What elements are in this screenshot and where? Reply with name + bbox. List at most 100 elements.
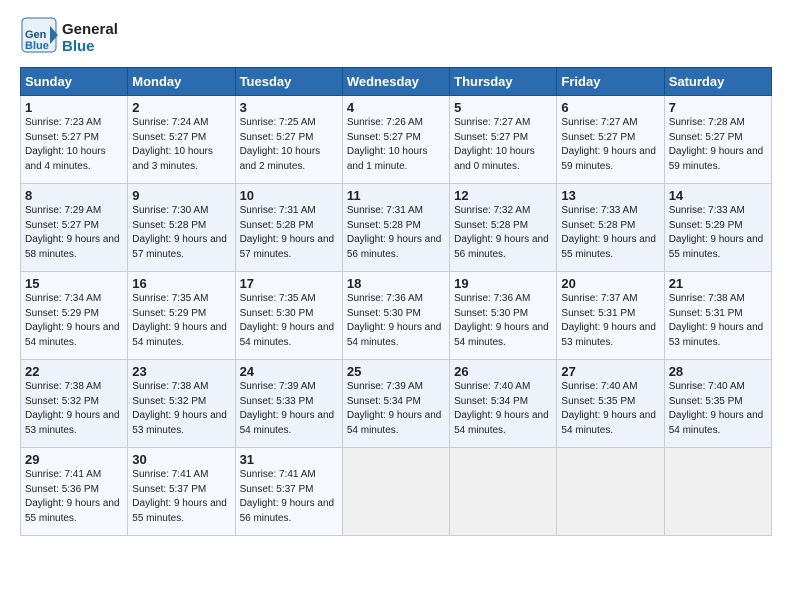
calendar-cell: 16 Sunrise: 7:35 AMSunset: 5:29 PMDaylig…	[128, 272, 235, 360]
day-number: 9	[132, 188, 230, 203]
logo-icon: Gen Blue	[20, 16, 58, 54]
calendar-cell: 3 Sunrise: 7:25 AMSunset: 5:27 PMDayligh…	[235, 96, 342, 184]
day-info: Sunrise: 7:38 AMSunset: 5:31 PMDaylight:…	[669, 292, 767, 350]
calendar-cell	[664, 448, 771, 536]
calendar-cell: 15 Sunrise: 7:34 AMSunset: 5:29 PMDaylig…	[21, 272, 128, 360]
calendar-table: SundayMondayTuesdayWednesdayThursdayFrid…	[20, 67, 772, 536]
day-number: 6	[561, 100, 659, 115]
day-info: Sunrise: 7:27 AMSunset: 5:27 PMDaylight:…	[454, 116, 552, 174]
day-number: 23	[132, 364, 230, 379]
calendar-cell: 9 Sunrise: 7:30 AMSunset: 5:28 PMDayligh…	[128, 184, 235, 272]
day-number: 16	[132, 276, 230, 291]
day-info: Sunrise: 7:39 AMSunset: 5:33 PMDaylight:…	[240, 380, 338, 438]
day-number: 17	[240, 276, 338, 291]
day-number: 7	[669, 100, 767, 115]
day-info: Sunrise: 7:41 AMSunset: 5:36 PMDaylight:…	[25, 468, 123, 526]
day-header-saturday: Saturday	[664, 68, 771, 96]
day-info: Sunrise: 7:35 AMSunset: 5:30 PMDaylight:…	[240, 292, 338, 350]
day-number: 19	[454, 276, 552, 291]
calendar-cell	[450, 448, 557, 536]
calendar-cell: 11 Sunrise: 7:31 AMSunset: 5:28 PMDaylig…	[342, 184, 449, 272]
logo: Gen Blue General Blue	[20, 16, 118, 59]
calendar-cell: 13 Sunrise: 7:33 AMSunset: 5:28 PMDaylig…	[557, 184, 664, 272]
calendar-cell: 4 Sunrise: 7:26 AMSunset: 5:27 PMDayligh…	[342, 96, 449, 184]
svg-text:Blue: Blue	[25, 40, 49, 52]
day-info: Sunrise: 7:32 AMSunset: 5:28 PMDaylight:…	[454, 204, 552, 262]
day-number: 22	[25, 364, 123, 379]
day-info: Sunrise: 7:27 AMSunset: 5:27 PMDaylight:…	[561, 116, 659, 174]
day-number: 18	[347, 276, 445, 291]
calendar-cell	[342, 448, 449, 536]
day-info: Sunrise: 7:40 AMSunset: 5:35 PMDaylight:…	[669, 380, 767, 438]
day-number: 10	[240, 188, 338, 203]
day-number: 28	[669, 364, 767, 379]
day-info: Sunrise: 7:34 AMSunset: 5:29 PMDaylight:…	[25, 292, 123, 350]
day-number: 5	[454, 100, 552, 115]
day-info: Sunrise: 7:38 AMSunset: 5:32 PMDaylight:…	[132, 380, 230, 438]
day-info: Sunrise: 7:41 AMSunset: 5:37 PMDaylight:…	[132, 468, 230, 526]
day-info: Sunrise: 7:25 AMSunset: 5:27 PMDaylight:…	[240, 116, 338, 174]
day-number: 3	[240, 100, 338, 115]
day-number: 12	[454, 188, 552, 203]
day-number: 4	[347, 100, 445, 115]
day-info: Sunrise: 7:40 AMSunset: 5:34 PMDaylight:…	[454, 380, 552, 438]
calendar-cell: 5 Sunrise: 7:27 AMSunset: 5:27 PMDayligh…	[450, 96, 557, 184]
calendar-cell: 14 Sunrise: 7:33 AMSunset: 5:29 PMDaylig…	[664, 184, 771, 272]
day-info: Sunrise: 7:41 AMSunset: 5:37 PMDaylight:…	[240, 468, 338, 526]
day-number: 11	[347, 188, 445, 203]
day-info: Sunrise: 7:28 AMSunset: 5:27 PMDaylight:…	[669, 116, 767, 174]
page-header: Gen Blue General Blue	[20, 16, 772, 59]
day-number: 14	[669, 188, 767, 203]
day-info: Sunrise: 7:23 AMSunset: 5:27 PMDaylight:…	[25, 116, 123, 174]
calendar-cell: 22 Sunrise: 7:38 AMSunset: 5:32 PMDaylig…	[21, 360, 128, 448]
day-info: Sunrise: 7:24 AMSunset: 5:27 PMDaylight:…	[132, 116, 230, 174]
day-info: Sunrise: 7:35 AMSunset: 5:29 PMDaylight:…	[132, 292, 230, 350]
day-number: 2	[132, 100, 230, 115]
day-info: Sunrise: 7:33 AMSunset: 5:29 PMDaylight:…	[669, 204, 767, 262]
logo-line2: Blue	[62, 38, 118, 55]
calendar-cell: 27 Sunrise: 7:40 AMSunset: 5:35 PMDaylig…	[557, 360, 664, 448]
day-number: 29	[25, 452, 123, 467]
calendar-cell: 28 Sunrise: 7:40 AMSunset: 5:35 PMDaylig…	[664, 360, 771, 448]
logo-line1: General	[62, 21, 118, 38]
day-info: Sunrise: 7:30 AMSunset: 5:28 PMDaylight:…	[132, 204, 230, 262]
day-header-thursday: Thursday	[450, 68, 557, 96]
day-number: 25	[347, 364, 445, 379]
day-header-friday: Friday	[557, 68, 664, 96]
day-header-sunday: Sunday	[21, 68, 128, 96]
calendar-cell: 29 Sunrise: 7:41 AMSunset: 5:36 PMDaylig…	[21, 448, 128, 536]
day-info: Sunrise: 7:29 AMSunset: 5:27 PMDaylight:…	[25, 204, 123, 262]
day-number: 20	[561, 276, 659, 291]
day-info: Sunrise: 7:36 AMSunset: 5:30 PMDaylight:…	[454, 292, 552, 350]
calendar-cell: 10 Sunrise: 7:31 AMSunset: 5:28 PMDaylig…	[235, 184, 342, 272]
calendar-cell	[557, 448, 664, 536]
day-number: 13	[561, 188, 659, 203]
calendar-cell: 31 Sunrise: 7:41 AMSunset: 5:37 PMDaylig…	[235, 448, 342, 536]
calendar-cell: 25 Sunrise: 7:39 AMSunset: 5:34 PMDaylig…	[342, 360, 449, 448]
day-info: Sunrise: 7:31 AMSunset: 5:28 PMDaylight:…	[240, 204, 338, 262]
calendar-cell: 7 Sunrise: 7:28 AMSunset: 5:27 PMDayligh…	[664, 96, 771, 184]
day-number: 27	[561, 364, 659, 379]
calendar-page: Gen Blue General Blue SundayMondayTuesda…	[0, 0, 792, 612]
calendar-cell: 19 Sunrise: 7:36 AMSunset: 5:30 PMDaylig…	[450, 272, 557, 360]
calendar-cell: 24 Sunrise: 7:39 AMSunset: 5:33 PMDaylig…	[235, 360, 342, 448]
day-info: Sunrise: 7:38 AMSunset: 5:32 PMDaylight:…	[25, 380, 123, 438]
calendar-cell: 8 Sunrise: 7:29 AMSunset: 5:27 PMDayligh…	[21, 184, 128, 272]
day-header-tuesday: Tuesday	[235, 68, 342, 96]
calendar-cell: 18 Sunrise: 7:36 AMSunset: 5:30 PMDaylig…	[342, 272, 449, 360]
day-number: 24	[240, 364, 338, 379]
day-number: 30	[132, 452, 230, 467]
day-number: 31	[240, 452, 338, 467]
day-number: 1	[25, 100, 123, 115]
day-header-monday: Monday	[128, 68, 235, 96]
day-info: Sunrise: 7:31 AMSunset: 5:28 PMDaylight:…	[347, 204, 445, 262]
day-info: Sunrise: 7:39 AMSunset: 5:34 PMDaylight:…	[347, 380, 445, 438]
day-info: Sunrise: 7:33 AMSunset: 5:28 PMDaylight:…	[561, 204, 659, 262]
calendar-cell: 21 Sunrise: 7:38 AMSunset: 5:31 PMDaylig…	[664, 272, 771, 360]
calendar-cell: 17 Sunrise: 7:35 AMSunset: 5:30 PMDaylig…	[235, 272, 342, 360]
day-number: 26	[454, 364, 552, 379]
day-info: Sunrise: 7:26 AMSunset: 5:27 PMDaylight:…	[347, 116, 445, 174]
calendar-cell: 12 Sunrise: 7:32 AMSunset: 5:28 PMDaylig…	[450, 184, 557, 272]
calendar-cell: 6 Sunrise: 7:27 AMSunset: 5:27 PMDayligh…	[557, 96, 664, 184]
calendar-cell: 2 Sunrise: 7:24 AMSunset: 5:27 PMDayligh…	[128, 96, 235, 184]
